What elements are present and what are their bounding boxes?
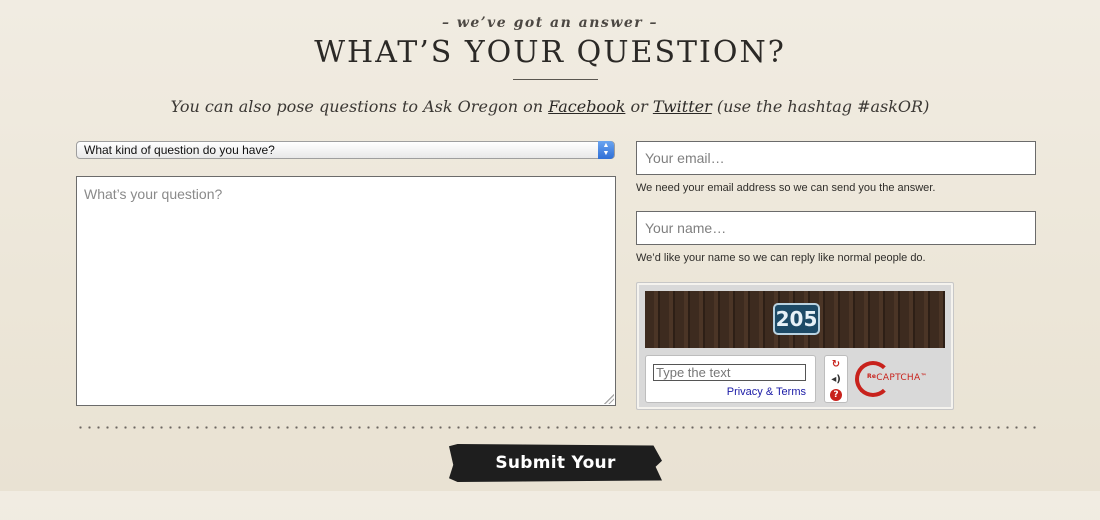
facebook-link[interactable]: Facebook [548, 97, 625, 116]
dotted-divider [76, 426, 1036, 429]
resize-handle-icon[interactable] [604, 394, 614, 404]
help-icon[interactable]: ? [830, 389, 842, 401]
captcha-house-number: 205 [773, 303, 820, 335]
title-rule [513, 79, 598, 80]
email-placeholder: Your email… [645, 150, 725, 166]
select-arrows-icon: ▲ ▼ [598, 141, 614, 159]
recaptcha-tm: ™ [920, 373, 927, 380]
name-field[interactable]: Your name… [636, 211, 1036, 245]
recaptcha-wordmark: ReCAPTCHA™ [867, 373, 927, 383]
email-help: We need your email address so we can sen… [636, 182, 936, 194]
recaptcha-widget: 205 Type the text Privacy & Terms ↻ ◂) ?… [636, 282, 954, 410]
recaptcha-re: Re [867, 373, 877, 380]
recaptcha-logo: ReCAPTCHA™ [855, 361, 945, 401]
captcha-privacy-terms-link[interactable]: Privacy & Terms [727, 386, 806, 398]
question-type-selected: What kind of question do you have? [84, 143, 275, 157]
audio-icon[interactable]: ◂) [829, 374, 843, 386]
recaptcha-word: CAPTCHA [876, 373, 921, 383]
eyebrow-text: – we’ve got an answer – [441, 15, 659, 31]
question-type-select[interactable]: What kind of question do you have? ▲ ▼ [76, 141, 615, 159]
page-title: WHAT’S YOUR QUESTION? [314, 35, 786, 70]
refresh-icon[interactable]: ↻ [829, 359, 843, 371]
twitter-link[interactable]: Twitter [653, 97, 712, 116]
subtitle: You can also pose questions to Ask Orego… [0, 97, 1100, 116]
captcha-input-placeholder: Type the text [656, 365, 731, 380]
name-placeholder: Your name… [645, 220, 727, 236]
question-textarea[interactable]: What’s your question? [76, 176, 616, 406]
submit-question-button[interactable]: Submit Your Question [449, 444, 662, 482]
subtitle-prefix: You can also pose questions to Ask Orego… [170, 97, 549, 116]
captcha-input[interactable]: Type the text [653, 364, 806, 381]
captcha-buttons: ↻ ◂) ? [824, 355, 848, 403]
captcha-image: 205 [645, 291, 945, 348]
captcha-input-box: Type the text Privacy & Terms [645, 355, 816, 403]
name-help: We’d like your name so we can reply like… [636, 252, 926, 264]
subtitle-or: or [625, 97, 653, 116]
question-placeholder: What’s your question? [84, 186, 223, 202]
subtitle-suffix: (use the hashtag #askOR) [711, 97, 930, 116]
email-field[interactable]: Your email… [636, 141, 1036, 175]
